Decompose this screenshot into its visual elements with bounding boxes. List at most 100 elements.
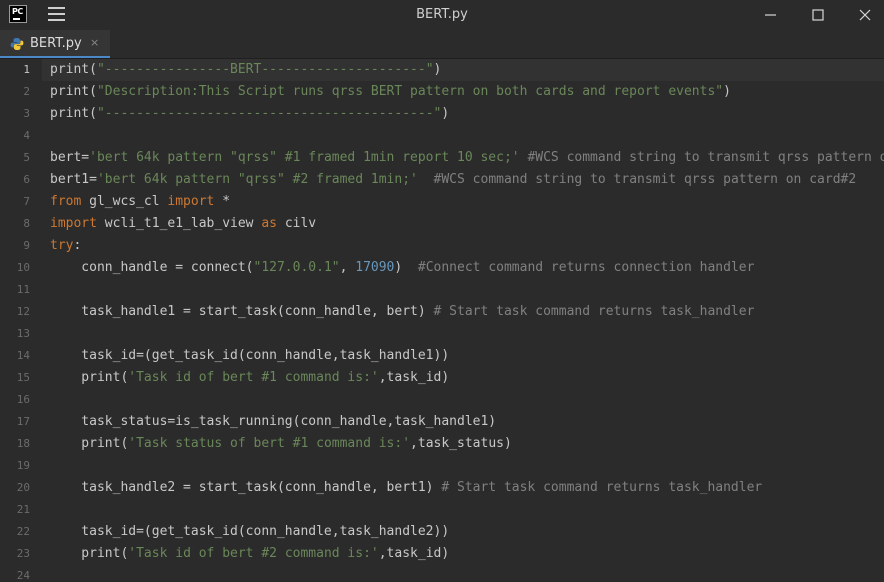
code-token: #WCS command string to transmit qrss pat… xyxy=(433,172,857,187)
tab-bert-py[interactable]: BERT.py × xyxy=(0,30,110,58)
code-token: task_id=(get_task_id(conn_handle,task_ha… xyxy=(50,524,450,539)
code-token: ) xyxy=(441,106,450,121)
code-token: import xyxy=(50,216,97,231)
code-line[interactable]: print("---------------------------------… xyxy=(42,103,884,125)
code-line[interactable] xyxy=(42,125,884,147)
line-number: 13 xyxy=(16,327,30,340)
code-token: "----------------BERT-------------------… xyxy=(96,62,434,77)
code-token: bert1= xyxy=(50,172,97,187)
code-line[interactable] xyxy=(42,565,884,579)
line-number: 11 xyxy=(16,283,30,296)
code-line[interactable]: bert1='bert 64k pattern "qrss" #2 framed… xyxy=(42,169,884,191)
code-line[interactable] xyxy=(42,279,884,301)
code-text: import wcli_t1_e1_lab_view as cilv xyxy=(50,216,316,231)
code-token: , xyxy=(339,260,356,275)
code-line[interactable]: print("Description:This Script runs qrss… xyxy=(42,81,884,103)
code-line[interactable]: import wcli_t1_e1_lab_view as cilv xyxy=(42,213,884,235)
code-token: bert= xyxy=(50,150,90,165)
code-token: "Description:This Script runs qrss BERT … xyxy=(96,84,724,99)
code-line[interactable]: print('Task status of bert #1 command is… xyxy=(42,433,884,455)
code-line[interactable]: task_status=is_task_running(conn_handle,… xyxy=(42,411,884,433)
code-text: conn_handle = connect("127.0.0.1", 17090… xyxy=(50,260,754,275)
code-line[interactable]: task_handle2 = start_task(conn_handle, b… xyxy=(42,477,884,499)
code-text: bert1='bert 64k pattern "qrss" #2 framed… xyxy=(50,172,856,187)
code-token: wcli_t1_e1_lab_view xyxy=(96,216,262,231)
code-token: 'bert 64k pattern "qrss" #2 framed 1min;… xyxy=(96,172,418,187)
maximize-button[interactable] xyxy=(806,3,830,27)
code-token: : xyxy=(73,238,82,253)
code-token: print( xyxy=(50,546,129,561)
code-token: task_id=(get_task_id(conn_handle,task_ha… xyxy=(50,348,450,363)
code-line[interactable]: print("----------------BERT-------------… xyxy=(42,59,884,81)
code-token: # Start task command returns task_handle… xyxy=(433,304,755,319)
line-number: 22 xyxy=(16,525,30,538)
code-line[interactable]: print('Task id of bert #1 command is:',t… xyxy=(42,367,884,389)
code-line[interactable] xyxy=(42,499,884,521)
title-bar: PC BERT.py xyxy=(0,0,884,30)
code-text: task_id=(get_task_id(conn_handle,task_ha… xyxy=(50,524,449,539)
line-number: 6 xyxy=(23,173,30,186)
tab-close-icon[interactable]: × xyxy=(90,36,99,49)
code-text: task_handle1 = start_task(conn_handle, b… xyxy=(50,304,754,319)
line-number: 9 xyxy=(23,239,30,252)
code-token: as xyxy=(261,216,277,231)
code-token: conn_handle = connect( xyxy=(50,260,254,275)
code-line[interactable]: task_id=(get_task_id(conn_handle,task_ha… xyxy=(42,345,884,367)
code-token: "---------------------------------------… xyxy=(96,106,442,121)
code-line[interactable] xyxy=(42,455,884,477)
code-line[interactable]: print('Task id of bert #2 command is:',t… xyxy=(42,543,884,565)
window-title: BERT.py xyxy=(416,7,468,22)
line-number: 20 xyxy=(16,481,30,494)
line-number: 17 xyxy=(16,415,30,428)
python-icon xyxy=(10,38,24,50)
code-token: 'bert 64k pattern "qrss" #1 framed 1min … xyxy=(89,150,520,165)
code-token: print( xyxy=(50,62,97,77)
code-line[interactable]: conn_handle = connect("127.0.0.1", 17090… xyxy=(42,257,884,279)
line-number: 10 xyxy=(16,261,30,274)
code-text: bert='bert 64k pattern "qrss" #1 framed … xyxy=(50,150,884,165)
code-text: print('Task status of bert #1 command is… xyxy=(50,436,512,451)
code-token: 'Task id of bert #2 command is:' xyxy=(128,546,379,561)
code-line[interactable] xyxy=(42,389,884,411)
code-line[interactable]: task_id=(get_task_id(conn_handle,task_ha… xyxy=(42,521,884,543)
code-text: print("Description:This Script runs qrss… xyxy=(50,84,731,99)
code-line[interactable] xyxy=(42,323,884,345)
code-text: print("---------------------------------… xyxy=(50,106,449,121)
code-token: from xyxy=(50,194,82,209)
code-line[interactable]: try: xyxy=(42,235,884,257)
code-token: cilv xyxy=(277,216,317,231)
code-token: try xyxy=(50,238,74,253)
line-number: 2 xyxy=(23,85,30,98)
code-token: gl_wcs_cl xyxy=(81,194,168,209)
minimize-button[interactable] xyxy=(759,3,783,27)
line-number: 12 xyxy=(16,305,30,318)
line-number: 16 xyxy=(16,393,30,406)
line-number: 19 xyxy=(16,459,30,472)
code-token: print( xyxy=(50,84,97,99)
code-line[interactable]: bert='bert 64k pattern "qrss" #1 framed … xyxy=(42,147,884,169)
code-token: task_handle2 = start_task(conn_handle, b… xyxy=(50,480,442,495)
close-window-button[interactable] xyxy=(853,3,877,27)
code-token: ) xyxy=(723,84,731,99)
code-line[interactable]: task_handle1 = start_task(conn_handle, b… xyxy=(42,301,884,323)
code-token: ,task_status) xyxy=(410,436,512,451)
code-token: print( xyxy=(50,106,97,121)
code-token: ,task_id) xyxy=(378,546,450,561)
code-token: task_status=is_task_running(conn_handle,… xyxy=(50,414,497,429)
line-number: 18 xyxy=(16,437,30,450)
code-token: * xyxy=(214,194,231,209)
line-number: 1 xyxy=(23,63,30,76)
code-editor[interactable]: print("----------------BERT-------------… xyxy=(42,59,884,579)
code-text: task_id=(get_task_id(conn_handle,task_ha… xyxy=(50,348,449,363)
code-token: "127.0.0.1" xyxy=(253,260,340,275)
code-token: print( xyxy=(50,370,129,385)
code-text: print("----------------BERT-------------… xyxy=(50,62,441,77)
tab-label: BERT.py xyxy=(30,36,82,51)
line-number: 23 xyxy=(16,547,30,560)
code-token: print( xyxy=(50,436,129,451)
code-token: # Start task command returns task_handle… xyxy=(441,480,763,495)
line-number: 7 xyxy=(23,195,30,208)
code-token: #Connect command returns connection hand… xyxy=(417,260,755,275)
code-line[interactable]: from gl_wcs_cl import * xyxy=(42,191,884,213)
